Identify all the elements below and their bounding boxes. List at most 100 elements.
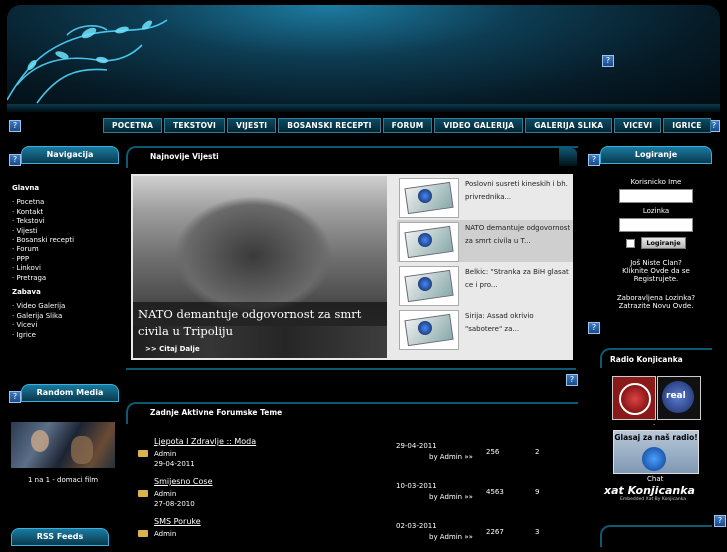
topic-author: Admin [154, 530, 177, 538]
folder-icon [138, 450, 148, 457]
topic-replies: 2 [535, 448, 540, 456]
help-icon[interactable]: ? [602, 55, 614, 67]
random-media-thumbnail[interactable] [11, 422, 115, 468]
nav-item-forum[interactable]: FORUM [382, 118, 433, 133]
topic-views: 4563 [486, 488, 504, 496]
username-label: Korisnicko Ime [630, 178, 682, 186]
news-item-text[interactable]: Sirija: Assad okrivio "sabotere" za... [465, 310, 571, 335]
xat-sub: Embedded Xat By Konjicanka [620, 497, 687, 502]
nav-item-vicevi[interactable]: VICEVI [614, 118, 662, 133]
news-item-text[interactable]: Poslovni susreti kineskih i bh. privredn… [465, 178, 571, 203]
radio-title: Radio Konjicanka [610, 355, 683, 364]
help-icon[interactable]: ? [566, 374, 578, 386]
news-item-text[interactable]: Belkic: "Stranka za BiH glasat ce i pro.… [465, 266, 571, 291]
last-post-date: 10-03-2011 [396, 482, 437, 490]
last-post-by[interactable]: by Admin »» [429, 453, 473, 461]
radio-dot: . [653, 419, 656, 427]
topic-author: Admin [154, 490, 177, 498]
nav-item-vijesti[interactable]: VIJESTI [227, 118, 277, 133]
news-thumbnail[interactable] [399, 266, 459, 306]
navigacija-panel: Glavna · Pocetna · Kontakt · Tekstovi · Vij… [7, 168, 117, 348]
last-post-date: 29-04-2011 [396, 442, 437, 450]
nav-item-galerija-slika[interactable]: GALERIJA SLIKA [525, 118, 613, 133]
login-form: Korisnicko Ime Lozinka Logiranje Još Nis… [600, 178, 712, 310]
help-icon[interactable]: ? [714, 515, 726, 527]
menu-item[interactable]: · Tekstovi [12, 217, 112, 226]
help-icon[interactable]: ? [588, 322, 600, 334]
panel-bottom-border [126, 368, 576, 370]
vote-banner[interactable]: Glasaj za naš radio! [613, 430, 699, 474]
not-member-text: Još Niste Clan? [630, 259, 682, 267]
forum-topic-row: SMS Poruke Admin 02-03-2011 by Admin »» 2267… [126, 512, 576, 552]
news-thumbnail[interactable] [399, 310, 459, 350]
feature-image[interactable]: NATO demantuje odgovornost za smrt civil… [133, 176, 387, 358]
topic-replies: 9 [535, 488, 540, 496]
menu-item[interactable]: · Bosanski recepti [12, 236, 112, 245]
folder-icon [138, 530, 148, 537]
feature-headline[interactable]: NATO demantuje odgovornost za smrt civil… [138, 306, 386, 340]
help-icon[interactable]: ? [9, 154, 21, 166]
password-input[interactable] [619, 218, 693, 232]
topic-replies: 3 [535, 528, 540, 536]
menu-item[interactable]: · Linkovi [12, 264, 112, 273]
last-post-by[interactable]: by Admin »» [429, 533, 473, 541]
menu-item[interactable]: · Igrice [12, 331, 112, 340]
nav-item-tekstovi[interactable]: TEKSTOVI [164, 118, 226, 133]
remember-checkbox[interactable] [626, 238, 636, 248]
news-list-item[interactable]: Belkic: "Stranka za BiH glasat ce i pro.… [397, 264, 573, 306]
menu-item[interactable]: · PPP [12, 255, 112, 264]
topic-link[interactable]: Ljepota I Zdravlje :: Moda [154, 437, 256, 446]
menu-item[interactable]: · Pretraga [12, 274, 112, 283]
topic-date: 27-08-2010 [154, 500, 195, 508]
login-button[interactable]: Logiranje [641, 237, 686, 249]
nav-item-video-galerija[interactable]: VIDEO GALERIJA [434, 118, 524, 133]
menu-item[interactable]: · Galerija Slika [12, 312, 112, 321]
menu-item[interactable]: · Forum [12, 245, 112, 254]
help-icon[interactable]: ? [9, 120, 21, 132]
nav-item-bosanski-recepti[interactable]: BOSANSKI RECEPTI [278, 118, 381, 133]
news-title: Najnovije Vijesti [150, 152, 219, 161]
username-input[interactable] [619, 189, 693, 203]
panel-corner [559, 148, 577, 166]
help-icon[interactable]: ? [9, 391, 21, 403]
menu-item[interactable]: · Video Galerija [12, 302, 112, 311]
header-bottom-bar [7, 104, 720, 112]
news-thumbnail[interactable] [399, 178, 459, 218]
rss-header: RSS Feeds [11, 528, 109, 546]
nav-item-igrice[interactable]: IGRICE [663, 118, 711, 133]
xat-banner[interactable]: xat Konjicanka Embedded Xat By Konjicank… [604, 484, 712, 504]
chat-panel-frame [600, 525, 712, 547]
random-media-caption[interactable]: 1 na 1 - domaci film [11, 476, 115, 484]
forum-title: Zadnje Aktivne Forumske Teme [150, 408, 283, 417]
news-list-item[interactable]: NATO demantuje odgovornost za smrt civil… [397, 220, 573, 262]
vote-text: Glasaj za naš radio! [614, 433, 698, 442]
topic-link[interactable]: Smijesno Cose [154, 477, 212, 486]
topic-date: 29-04-2011 [154, 460, 195, 468]
new-password-link[interactable]: Zatrazite Novu Ovde. [600, 302, 712, 310]
read-more-link[interactable]: >> Citaj Dalje [145, 345, 200, 353]
random-media-header: Random Media [21, 384, 119, 402]
help-icon[interactable]: ? [588, 154, 600, 166]
play-icon [642, 447, 666, 471]
news-item-text[interactable]: NATO demantuje odgovornost za smrt civil… [465, 222, 571, 247]
menu-item[interactable]: · Vijesti [12, 227, 112, 236]
chat-label: Chat [647, 475, 664, 483]
menu-item[interactable]: · Vicevi [12, 321, 112, 330]
nav-item-pocetna[interactable]: POCETNA [103, 118, 163, 133]
topic-views: 2267 [486, 528, 504, 536]
news-thumbnail[interactable] [399, 222, 459, 262]
menu-item[interactable]: · Pocetna [12, 198, 112, 207]
navigacija-header: Navigacija [21, 146, 119, 164]
realplayer-icon[interactable]: real [657, 376, 701, 420]
news-list-item[interactable]: Sirija: Assad okrivio "sabotere" za... [397, 308, 573, 350]
topic-link[interactable]: SMS Poruke [154, 517, 201, 526]
forum-topic-row: Ljepota I Zdravlje :: Moda Admin 29-04-201… [126, 432, 576, 472]
register-link[interactable]: Kliknite Ovde da se Registrujete. [600, 267, 712, 283]
radio-station-logo[interactable] [612, 376, 656, 420]
last-post-by[interactable]: by Admin »» [429, 493, 473, 501]
menu-item[interactable]: · Kontakt [12, 208, 112, 217]
menu-section-glavna: Glavna [12, 184, 40, 192]
news-list-item[interactable]: Poslovni susreti kineskih i bh. privredn… [397, 176, 573, 218]
xat-brand: xat Konjicanka [604, 484, 695, 497]
topic-author: Admin [154, 450, 177, 458]
